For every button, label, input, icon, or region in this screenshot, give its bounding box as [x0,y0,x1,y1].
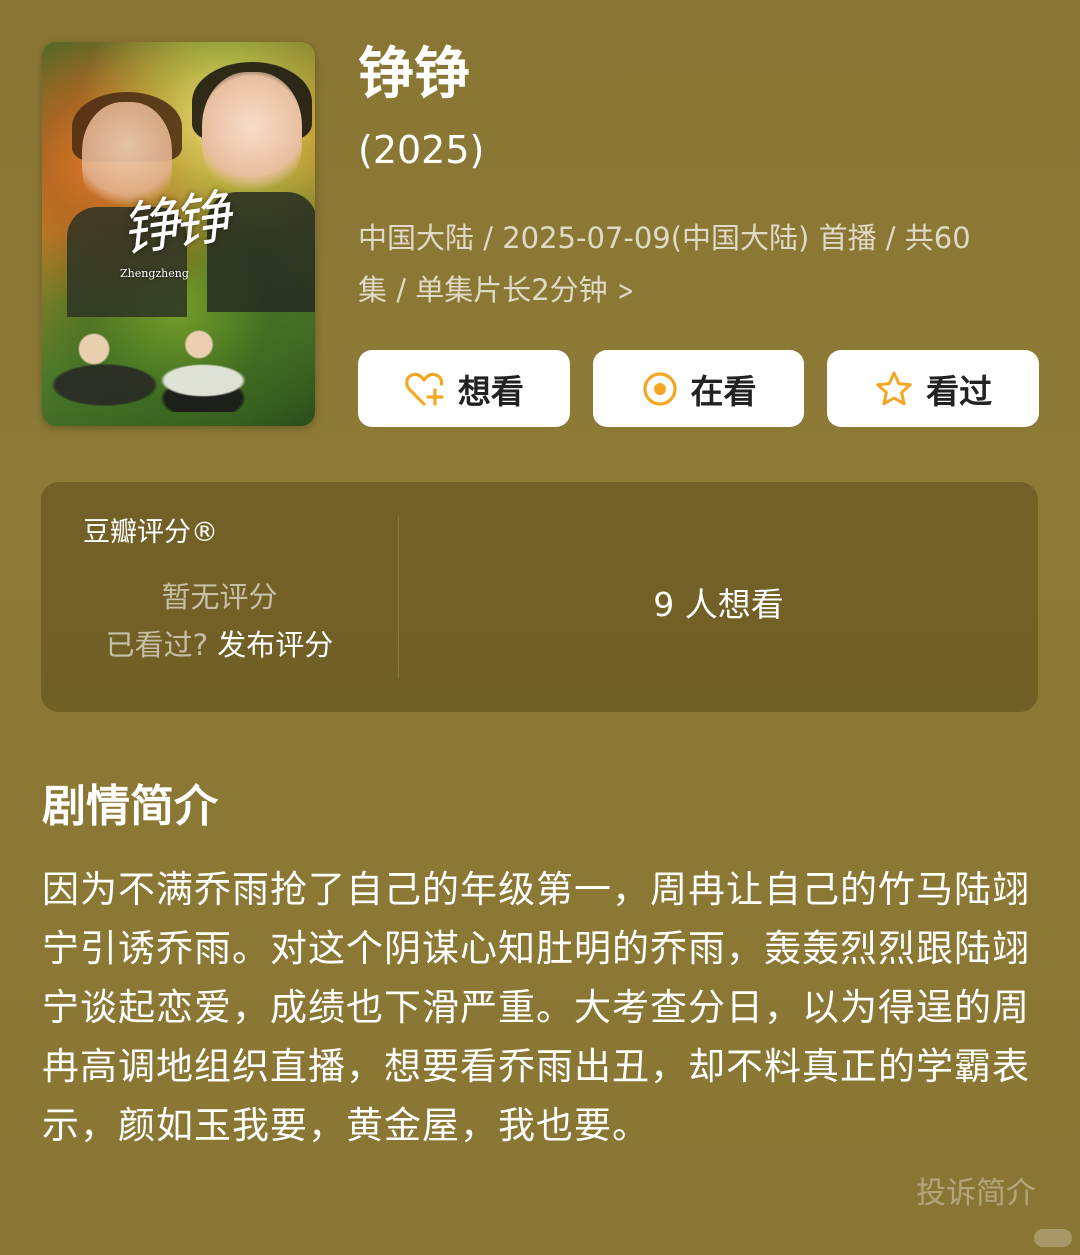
meta-line-1: 中国大陆 / 2025-07-09(中国大陆) 首播 / 共60 [358,221,971,255]
want-to-watch-label: 想看 [457,371,524,411]
action-buttons: 想看 在看 看过 [358,350,1040,427]
watched-label: 看过 [926,371,993,411]
want-count[interactable]: 9 人想看 [399,578,1038,626]
star-icon [874,370,914,408]
meta-line-2: 集 / 单集片长2分钟 > [358,264,1018,317]
rating-card: 豆瓣评分® 暂无评分 已看过? 发布评分 9 人想看 [41,482,1038,712]
target-circle-icon [641,370,679,408]
meta-line-2-text: 集 / 单集片长2分钟 [358,273,608,307]
watermark-badge [1034,1229,1072,1247]
poster-bottom-figures [52,322,262,412]
poster-image[interactable]: 铮铮 Zhengzheng [42,42,315,426]
poster-subtitle-art: Zhengzheng [120,267,189,280]
synopsis-heading: 剧情简介 [42,781,218,832]
rating-publish-row: 已看过? 发布评分 [41,622,398,664]
want-to-watch-button[interactable]: 想看 [358,350,570,427]
watched-question: 已看过? [105,628,209,662]
heart-plus-icon [404,370,446,408]
watched-button[interactable]: 看过 [827,350,1040,427]
synopsis-text: 因为不满乔雨抢了自己的年级第一，周冉让自己的竹马陆翊宁引诱乔雨。对这个阴谋心知肚… [42,868,1030,1147]
release-year: (2025) [358,128,485,172]
poster-title-art: 铮铮 [116,183,229,265]
rating-title: 豆瓣评分® [83,517,218,548]
watching-label: 在看 [690,371,757,411]
chevron-right-icon: > [617,274,634,307]
page-title: 铮铮 [358,42,470,107]
publish-rating-link[interactable]: 发布评分 [217,628,333,662]
movie-meta-info[interactable]: 中国大陆 / 2025-07-09(中国大陆) 首播 / 共60 集 / 单集片… [358,212,1018,317]
report-synopsis-link[interactable]: 投诉简介 [916,1168,1036,1212]
watching-button[interactable]: 在看 [592,350,805,427]
no-rating-text: 暂无评分 [161,580,278,614]
